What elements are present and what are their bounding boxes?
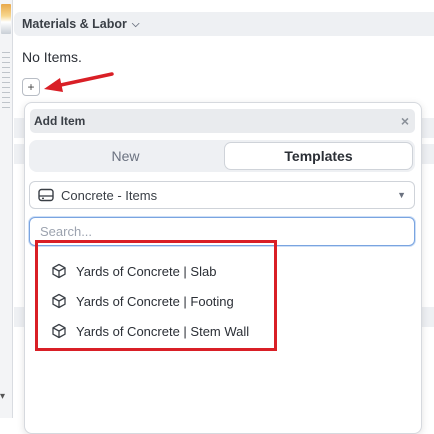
tab-templates[interactable]: Templates (224, 142, 413, 170)
tab-new[interactable]: New (29, 140, 222, 172)
annotation-highlight-box (35, 240, 277, 351)
materials-labor-header[interactable]: Materials & Labor ⌵ (14, 12, 434, 36)
thumbnail-sketch (2, 52, 10, 110)
empty-state-text: No Items. (22, 49, 82, 65)
left-panel-strip: ▾ (0, 0, 13, 418)
category-select-value: Concrete - Items (61, 187, 158, 203)
popover-header: Add Item × (30, 109, 415, 133)
chevron-down-icon: ⌵ (131, 18, 140, 30)
category-select[interactable]: Concrete - Items ▼ (29, 181, 415, 209)
add-item-button[interactable]: + (22, 78, 40, 96)
caret-down-icon: ▼ (397, 190, 406, 200)
popover-title: Add Item (34, 114, 86, 128)
section-title: Materials & Labor (22, 17, 127, 31)
mode-tabs: New Templates (29, 140, 415, 172)
drive-icon (38, 188, 54, 202)
chevron-down-icon[interactable]: ▾ (0, 391, 5, 402)
close-icon[interactable]: × (401, 113, 409, 129)
thumbnail-image (1, 4, 11, 34)
annotation-arrow (44, 72, 114, 92)
